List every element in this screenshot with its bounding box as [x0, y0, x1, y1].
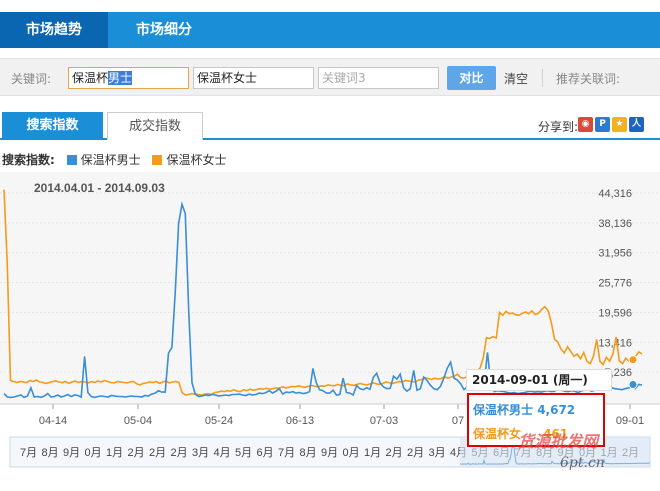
navigator-month-label: 2月 [386, 447, 403, 459]
tab-search-index[interactable]: 搜索指数 [2, 112, 103, 140]
navigator-month-label: 0月 [343, 447, 360, 459]
navigator-month-label: 0月 [85, 447, 102, 459]
clear-button[interactable]: 清空 [504, 70, 528, 87]
navigator-month-label: 7月 [278, 447, 295, 459]
y-tick-label: 44,316 [598, 188, 632, 200]
tooltip-series1-value: 4,672 [537, 403, 576, 417]
star-share-icon[interactable]: ★ [612, 117, 627, 132]
series1-swatch [66, 155, 77, 165]
x-tick-label: 05-24 [205, 415, 233, 427]
x-tick-label: 07-03 [370, 415, 398, 427]
tooltip-date: 2014-09-01 (周一) [466, 369, 612, 391]
divider [542, 69, 543, 87]
tab-market-segment[interactable]: 市场细分 [108, 12, 220, 48]
keyword2-value: 保温杯女士 [197, 71, 258, 85]
y-tick-label: 25,776 [598, 278, 632, 290]
qzone-share-icon[interactable]: P [595, 117, 610, 132]
keyword2-input[interactable]: 保温杯女士 [193, 67, 314, 89]
legend-series1[interactable]: 保温杯男士 [81, 153, 141, 167]
navigator-month-label: 1月 [106, 447, 123, 459]
tooltip-series1-label: 保温杯男士 [473, 403, 534, 417]
navigator-month-label: 8月 [42, 447, 59, 459]
tab-deal-index[interactable]: 成交指数 [107, 112, 203, 140]
x-tick-label: 05-04 [124, 415, 152, 427]
y-tick-label: 38,136 [598, 218, 632, 230]
top-nav: 市场趋势 市场细分 [0, 12, 660, 48]
navigator-month-label: 8月 [300, 447, 317, 459]
index-tabs: 搜索指数 成交指数 分享到: ◉ P ★ 人 [0, 112, 660, 140]
tooltip-series2-label: 保温杯女 [473, 427, 522, 441]
navigator-month-label: 2月 [171, 447, 188, 459]
navigator-month-label: 6月 [257, 447, 274, 459]
keyword1-input[interactable]: 保温杯男士 [68, 67, 189, 89]
navigator-month-label: 1月 [364, 447, 381, 459]
x-tick-label: 04-14 [39, 415, 67, 427]
navigator-month-label: 3月 [429, 447, 446, 459]
navigator-month-label: 2月 [149, 447, 166, 459]
x-tick-label: 07 [452, 415, 464, 427]
keyword1-selection: 男士 [108, 71, 133, 85]
keyword3-input[interactable]: 关键词3 [318, 67, 439, 89]
y-tick-label: 31,956 [598, 248, 632, 260]
navigator-month-label: 4月 [214, 447, 231, 459]
watermark-logo: 货源批发网 [518, 432, 599, 451]
watermark-domain: 6pt.cn [560, 455, 605, 471]
tab-market-trend[interactable]: 市场趋势 [0, 12, 108, 48]
series2-point[interactable] [628, 355, 638, 365]
navigator-month-label: 3月 [192, 447, 209, 459]
weibo-share-icon[interactable]: ◉ [578, 117, 593, 132]
keyword-label: 关键词: [11, 72, 52, 86]
y-tick-label: 19,596 [598, 307, 632, 319]
chart-legend: 搜索指数: 保温杯男士 保温杯女士 [2, 151, 227, 167]
x-tick-label: 06-13 [286, 415, 314, 427]
navigator-month-label: 2月 [407, 447, 424, 459]
navigator-month-label: 7月 [20, 447, 37, 459]
x-tick-label: 09-01 [616, 415, 644, 427]
date-range: 2014.04.01 - 2014.09.03 [34, 181, 165, 195]
compare-button[interactable]: 对比 [447, 66, 496, 90]
navigator-month-label: 9月 [321, 447, 338, 459]
renren-share-icon[interactable]: 人 [629, 117, 644, 132]
share-label: 分享到: [537, 120, 578, 134]
series2-swatch [152, 155, 163, 165]
recommend-label: 推荐关联词: [556, 72, 621, 86]
navigator-month-label: 5月 [235, 447, 252, 459]
navigator-month-label: 2月 [128, 447, 145, 459]
keyword3-placeholder: 关键词3 [322, 71, 366, 85]
navigator-month-label: 9月 [63, 447, 80, 459]
keyword-bar: 关键词: 保温杯男士 保温杯女士 关键词3 对比 清空 推荐关联词: [0, 58, 660, 96]
legend-series2[interactable]: 保温杯女士 [166, 153, 226, 167]
legend-title: 搜索指数: [2, 153, 55, 167]
series1-point[interactable] [628, 380, 638, 390]
keyword1-prefix: 保温杯 [72, 71, 109, 85]
